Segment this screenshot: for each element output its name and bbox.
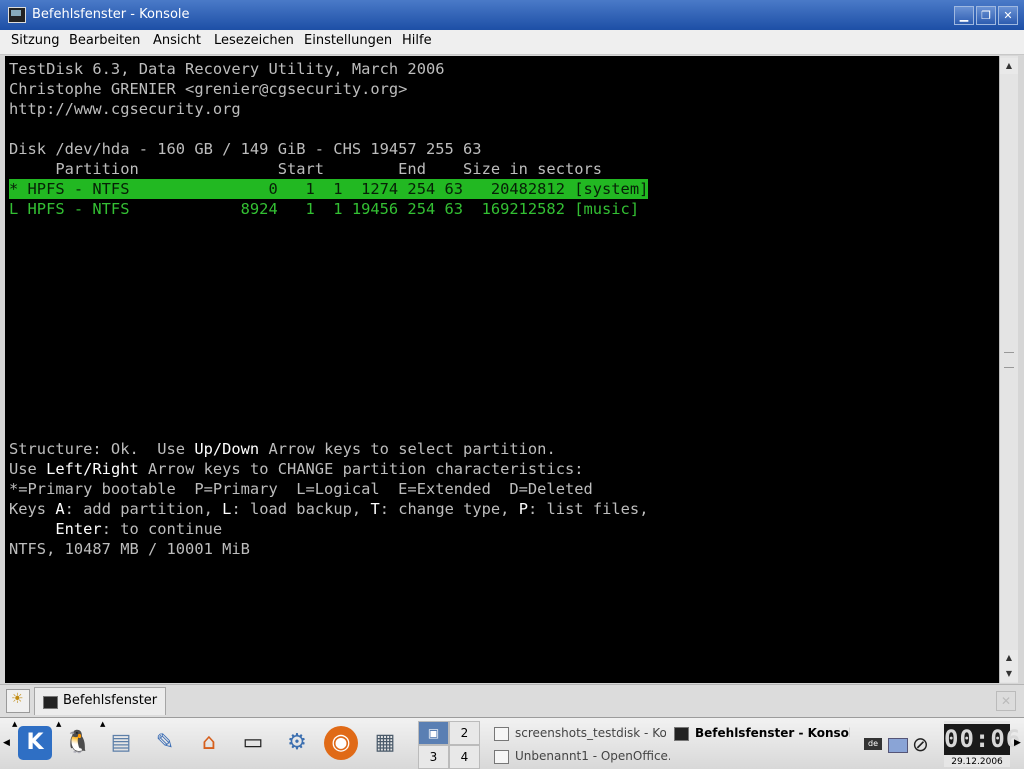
minimize-button[interactable]: ▁ [954,6,974,25]
task-konsole[interactable]: Befehlsfenster - Konsole [674,722,850,744]
kde-menu-icon[interactable]: K [18,726,52,760]
desktop-pager: ▣ 2 3 4 [418,721,480,769]
partition-row[interactable]: L HPFS - NTFS 8924 1 1 19456 254 63 1692… [9,199,639,219]
menu-sitzung[interactable]: Sitzung [11,33,60,48]
scroll-down-arrow-icon[interactable]: ▼ [1000,666,1018,682]
help-key-enter: Enter [55,520,102,538]
help-line-legend: *=Primary bootable P=Primary L=Logical E… [9,480,593,498]
help-text: : load backup, [231,500,371,518]
pager-desktop-1[interactable]: ▣ [418,721,449,745]
window-title: Befehlsfenster - Konsole [32,7,190,22]
help-text: Use [9,460,47,478]
new-session-button[interactable] [6,689,30,713]
task-label: Unbenannt1 - OpenOffice.org Writer [515,749,670,763]
help-key-a: A [55,500,65,518]
help-line-structure: Structure: Ok. Use Up/Down Arrow keys to… [9,439,556,459]
terminal-area[interactable]: TestDisk 6.3, Data Recovery Utility, Mar… [5,56,999,683]
panel-scroll-right-icon[interactable]: ▶ [1014,738,1021,748]
menu-ansicht[interactable]: Ansicht [153,33,201,48]
terminal-icon: ▣ [427,726,440,740]
terminal-icon [43,696,58,709]
help-text: : change type, [379,500,519,518]
openoffice-icon[interactable]: ▦ [368,726,402,760]
mute-speaker-icon[interactable]: ⊘ [912,732,929,756]
menubar: Sitzung Bearbeiten Ansicht Lesezeichen E… [0,30,1024,55]
help-key-p: P [518,500,528,518]
help-indent [9,520,55,538]
help-text: Arrow keys to CHANGE partition character… [138,460,584,478]
help-line-enter: Enter: to continue [9,519,222,539]
tux-icon[interactable]: 🐧 [61,726,95,760]
clock-time: 00:06 [944,724,1022,755]
disk-info: Disk /dev/hda - 160 GB / 149 GiB - CHS 1… [9,140,482,158]
menu-hilfe[interactable]: Hilfe [402,33,432,48]
panel-arrow-icon[interactable]: ▲ [12,720,17,728]
close-tab-button[interactable]: ✕ [996,691,1016,711]
panel-scroll-left-icon[interactable]: ◀ [3,738,10,748]
folder-icon [494,726,509,741]
panel-arrow-icon[interactable]: ▲ [56,720,61,728]
keyboard-layout-indicator[interactable]: de [864,738,882,750]
terminal-scrollbar[interactable]: ▲ ▲ ▼ [999,56,1018,683]
scroll-grip[interactable] [1004,352,1014,368]
task-openoffice[interactable]: Unbenannt1 - OpenOffice.org Writer [494,745,670,767]
terminal-icon [674,726,689,741]
session-tabbar: Befehlsfenster ✕ [0,684,1024,717]
help-text: : list files, [528,500,649,518]
windows-icon[interactable]: ▤ [104,726,138,760]
firefox-icon[interactable]: ◉ [324,726,358,760]
terminal-line: Christophe GRENIER <grenier@cgsecurity.o… [9,80,408,98]
pager-desktop-3[interactable]: 3 [418,745,449,769]
window-titlebar[interactable]: Befehlsfenster - Konsole ▁ ❐ ✕ [0,0,1024,30]
konsole-launcher-icon[interactable]: ▭ [236,726,270,760]
help-line-keys: Keys A: add partition, L: load backup, T… [9,499,648,519]
tab-befehlsfenster[interactable]: Befehlsfenster [34,687,166,715]
kde-panel: ▲ ▲ ▲ ◀ K 🐧 ▤ ✎ ⌂ ▭ ⚙ ◉ ▦ ▣ 2 3 4 screen… [0,717,1024,769]
konqueror-icon[interactable]: ⚙ [280,726,314,760]
help-text: Structure: Ok. Use [9,440,195,458]
pager-desktop-2[interactable]: 2 [449,721,480,745]
partition-size-info: NTFS, 10487 MB / 10001 MiB [9,540,250,558]
pager-desktop-4[interactable]: 4 [449,745,480,769]
partition-row-selected[interactable]: * HPFS - NTFS 0 1 1 1274 254 63 20482812… [9,179,649,199]
clock-date: 29.12.2006 [951,757,1003,767]
task-label: Befehlsfenster - Konsole [695,726,850,740]
help-key-t: T [370,500,380,518]
terminal-line: http://www.cgsecurity.org [9,100,241,118]
desktop-icon[interactable]: ✎ [148,726,182,760]
clock-widget[interactable]: 00:06 29.12.2006 [944,721,1022,767]
menu-einstellungen[interactable]: Einstellungen [304,33,392,48]
konsole-icon[interactable] [8,7,26,23]
menu-bearbeiten[interactable]: Bearbeiten [69,33,140,48]
scroll-up-arrow-icon[interactable]: ▲ [1000,650,1018,666]
task-label: screenshots_testdisk - Konqueror [515,726,666,740]
help-text: : to continue [101,520,223,538]
terminal-line: TestDisk 6.3, Data Recovery Utility, Mar… [9,60,445,78]
help-line-change: Use Left/Right Arrow keys to CHANGE part… [9,459,584,479]
scroll-up-arrow-icon[interactable]: ▲ [1000,58,1018,74]
document-icon [494,749,509,764]
help-text: Arrow keys to select partition. [259,440,556,458]
task-konqueror[interactable]: screenshots_testdisk - Konqueror [494,722,666,744]
network-icon[interactable] [888,738,908,753]
help-key-updown: Up/Down [194,440,260,458]
partition-columns-header: Partition Start End Size in sectors [9,160,603,178]
help-text: Keys [9,500,56,518]
help-text: : add partition, [64,500,223,518]
close-button[interactable]: ✕ [998,6,1018,25]
home-icon[interactable]: ⌂ [192,726,226,760]
help-key-leftright: Left/Right [46,460,139,478]
maximize-button[interactable]: ❐ [976,6,996,25]
tab-label: Befehlsfenster [63,693,158,708]
menu-lesezeichen[interactable]: Lesezeichen [214,33,294,48]
